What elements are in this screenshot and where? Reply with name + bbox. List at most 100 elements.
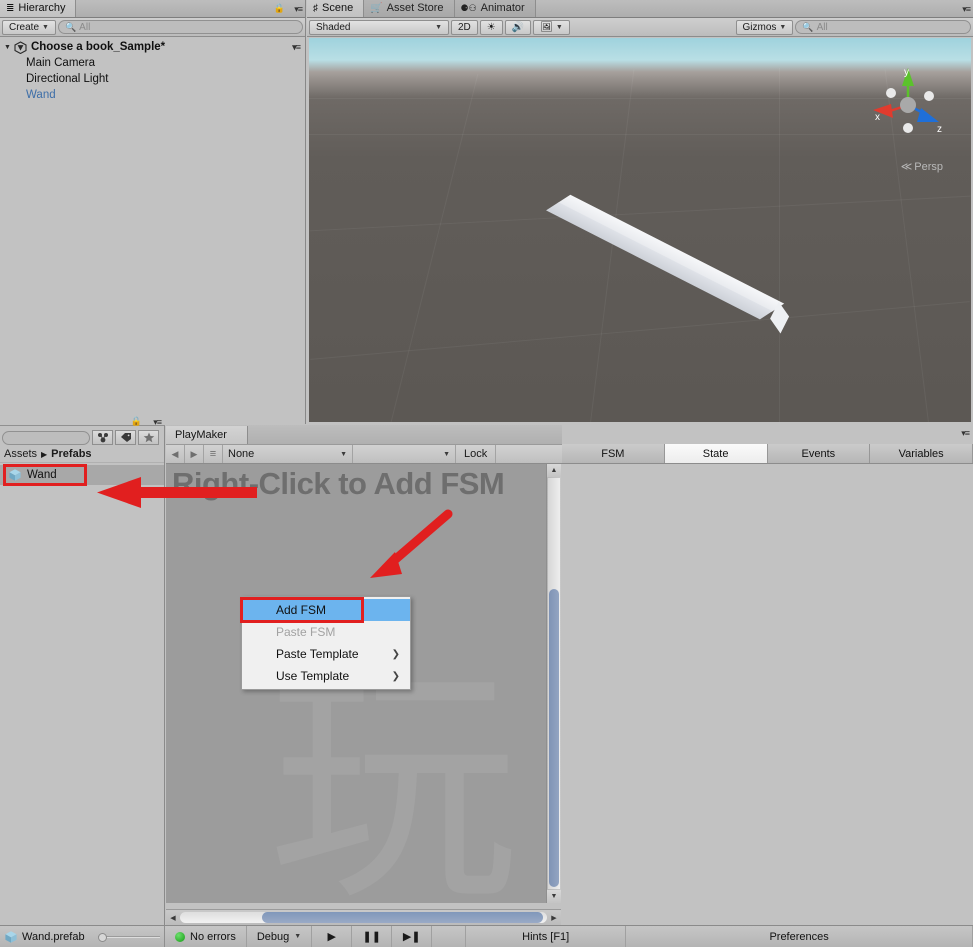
playmaker-panel: PlayMaker ◀ ▶ ≡ None ▼ ▼ Lock 玩 Right-Cl… <box>166 425 973 925</box>
playmaker-inspector: ▾≡ FSM State Events Variables <box>562 425 973 925</box>
breadcrumb-assets[interactable]: Assets <box>4 448 37 460</box>
hierarchy-scene-menu-icon[interactable]: ▾≡ <box>292 42 301 53</box>
graph-hint-text: Right-Click to Add FSM <box>172 466 505 501</box>
hierarchy-toolbar: Create ▼ 🔍 All <box>0 18 305 37</box>
fsm-context-menu[interactable]: Add FSM Paste FSM Paste Template ❯ Use T… <box>240 596 411 690</box>
star-icon[interactable] <box>138 430 159 445</box>
scene-viewport[interactable]: y x z ≪ Persp <box>309 38 971 422</box>
annotation-arrow-to-menu <box>370 509 453 578</box>
tab-playmaker-label: PlayMaker <box>175 429 227 441</box>
context-menu-item-paste-template[interactable]: Paste Template ❯ <box>242 643 410 665</box>
graph-vertical-scrollbar[interactable]: ▲ ▼ <box>546 464 561 903</box>
hierarchy-menu-icon[interactable]: ▾≡ <box>294 4 303 15</box>
project-asset-label: Wand <box>27 469 57 481</box>
chevron-down-icon: ▼ <box>340 450 347 458</box>
scene-lighting-toggle[interactable]: ☀ <box>479 19 503 35</box>
hierarchy-search-placeholder: All <box>79 21 91 33</box>
playmaker-graph-area[interactable]: 玩 Right-Click to Add FSM Add FSM Paste F… <box>166 464 561 903</box>
project-lock-icon[interactable]: 🔒 <box>131 416 142 427</box>
context-menu-item-use-template[interactable]: Use Template ❯ <box>242 665 410 687</box>
scroll-down-icon[interactable]: ▼ <box>547 890 561 903</box>
wand-object[interactable] <box>546 193 790 334</box>
lock-icon[interactable]: 🔒 <box>274 3 285 14</box>
status-errors[interactable]: No errors <box>165 925 247 947</box>
draw-mode-dropdown[interactable]: Shaded ▼ <box>309 19 449 35</box>
project-asset-wand[interactable]: Wand <box>0 464 164 486</box>
graph-horizontal-scrollbar[interactable]: ◀ ▶ <box>166 909 561 925</box>
svg-text:y: y <box>904 67 909 78</box>
project-search-input[interactable] <box>2 430 90 445</box>
chevron-right-icon: ▶ <box>41 449 48 459</box>
playmaker-subtabs: FSM State Events Variables <box>562 444 973 464</box>
toggle-2d-button[interactable]: 2D <box>451 19 478 35</box>
scene-fx-dropdown[interactable]: 🖼 ▼ <box>533 19 570 35</box>
tab-state[interactable]: State <box>664 444 768 463</box>
chevron-down-icon: ▼ <box>294 933 302 940</box>
graph-vscroll-thumb[interactable] <box>549 589 559 887</box>
create-button[interactable]: Create ▼ <box>2 19 56 35</box>
create-label: Create <box>9 21 40 33</box>
hierarchy-tree: ▼ Choose a book_Sample* ▾≡ Main Camera D… <box>0 37 305 103</box>
asset-zoom-slider[interactable] <box>98 932 160 942</box>
context-menu-item-label: Add FSM <box>276 603 327 617</box>
hierarchy-search-input[interactable]: 🔍 All <box>57 20 303 34</box>
list-icon[interactable]: ≡ <box>204 445 223 463</box>
hierarchy-item-wand[interactable]: Wand <box>0 87 305 103</box>
hints-button[interactable]: Hints [F1] <box>466 925 627 947</box>
tab-events[interactable]: Events <box>767 444 871 463</box>
fsm-canvas[interactable]: 玩 Right-Click to Add FSM Add FSM Paste F… <box>166 464 561 903</box>
toggle-2d-label: 2D <box>458 21 471 33</box>
step-icon[interactable]: ▶❚ <box>392 925 433 947</box>
preferences-button[interactable]: Preferences <box>626 925 973 947</box>
hierarchy-scene-row[interactable]: ▼ Choose a book_Sample* ▾≡ <box>0 39 305 55</box>
scene-orientation-gizmo[interactable]: y x z <box>863 60 953 150</box>
label-icon[interactable] <box>115 430 136 445</box>
chevron-down-icon[interactable]: ▼ <box>4 44 11 51</box>
graph-hscroll-thumb[interactable] <box>262 912 543 923</box>
fsm-component-dropdown[interactable]: ▼ <box>353 445 456 463</box>
scene-panel: ♯ Scene 🛒 Asset Store ⚈⚇ Animator ▾≡ Sha… <box>307 0 973 424</box>
draw-mode-label: Shaded <box>316 21 351 33</box>
project-menu-icon[interactable]: ▾≡ <box>153 417 162 428</box>
lock-button[interactable]: Lock <box>456 445 497 463</box>
play-icon[interactable]: ▶ <box>312 925 353 947</box>
scene-icon: ♯ <box>313 2 318 14</box>
hierarchy-item-label: Wand <box>26 89 56 101</box>
arrow-left-icon[interactable]: ◀ <box>166 445 185 463</box>
scroll-up-icon[interactable]: ▲ <box>547 464 561 477</box>
gizmos-dropdown[interactable]: Gizmos ▼ <box>735 19 794 35</box>
hierarchy-icon: ≣ <box>6 2 15 14</box>
scene-audio-toggle[interactable]: 🔊 <box>504 19 532 35</box>
pause-icon[interactable]: ❚❚ <box>352 925 393 947</box>
tab-hierarchy[interactable]: ≣ Hierarchy <box>0 0 77 17</box>
context-menu-item-label: Paste Template <box>276 647 359 661</box>
scroll-right-icon[interactable]: ▶ <box>547 910 561 925</box>
scene-projection-label[interactable]: ≪ Persp <box>901 160 943 174</box>
hierarchy-item-main-camera[interactable]: Main Camera <box>0 55 305 71</box>
scene-toolbar: Shaded ▼ 2D ☀ 🔊 🖼 ▼ Gizmos ▼ 🔍 All <box>307 18 973 37</box>
tab-animator[interactable]: ⚈⚇ Animator <box>454 0 536 17</box>
status-ok-icon <box>175 931 185 942</box>
fsm-object-label: None <box>228 448 255 460</box>
tab-fsm[interactable]: FSM <box>562 444 665 463</box>
debug-dropdown[interactable]: Debug ▼ <box>247 925 313 947</box>
scroll-left-icon[interactable]: ◀ <box>166 910 180 925</box>
unity-editor-window: ≣ Hierarchy 🔒 ▾≡ Create ▼ 🔍 All ▼ Choose… <box>0 0 973 947</box>
scene-search-input[interactable]: 🔍 All <box>795 20 972 34</box>
tab-variables[interactable]: Variables <box>870 444 973 463</box>
arrow-right-icon[interactable]: ▶ <box>185 445 204 463</box>
sun-icon: ☀ <box>486 21 496 33</box>
tab-scene[interactable]: ♯ Scene <box>307 0 365 17</box>
tab-asset-store-label: Asset Store <box>386 2 444 14</box>
inspector-menu-icon[interactable]: ▾≡ <box>961 428 970 439</box>
favorite-folder-icon[interactable] <box>92 430 113 445</box>
breadcrumb-prefabs[interactable]: Prefabs <box>51 448 91 460</box>
tab-asset-store[interactable]: 🛒 Asset Store <box>364 0 455 17</box>
fsm-object-dropdown[interactable]: None ▼ <box>223 445 353 463</box>
chevron-right-icon: ❯ <box>391 670 400 682</box>
tab-playmaker[interactable]: PlayMaker <box>166 426 248 444</box>
scene-menu-icon[interactable]: ▾≡ <box>962 4 971 15</box>
tab-state-label: State <box>702 447 729 460</box>
hierarchy-item-directional-light[interactable]: Directional Light <box>0 71 305 87</box>
context-menu-item-add-fsm[interactable]: Add FSM <box>240 597 410 623</box>
